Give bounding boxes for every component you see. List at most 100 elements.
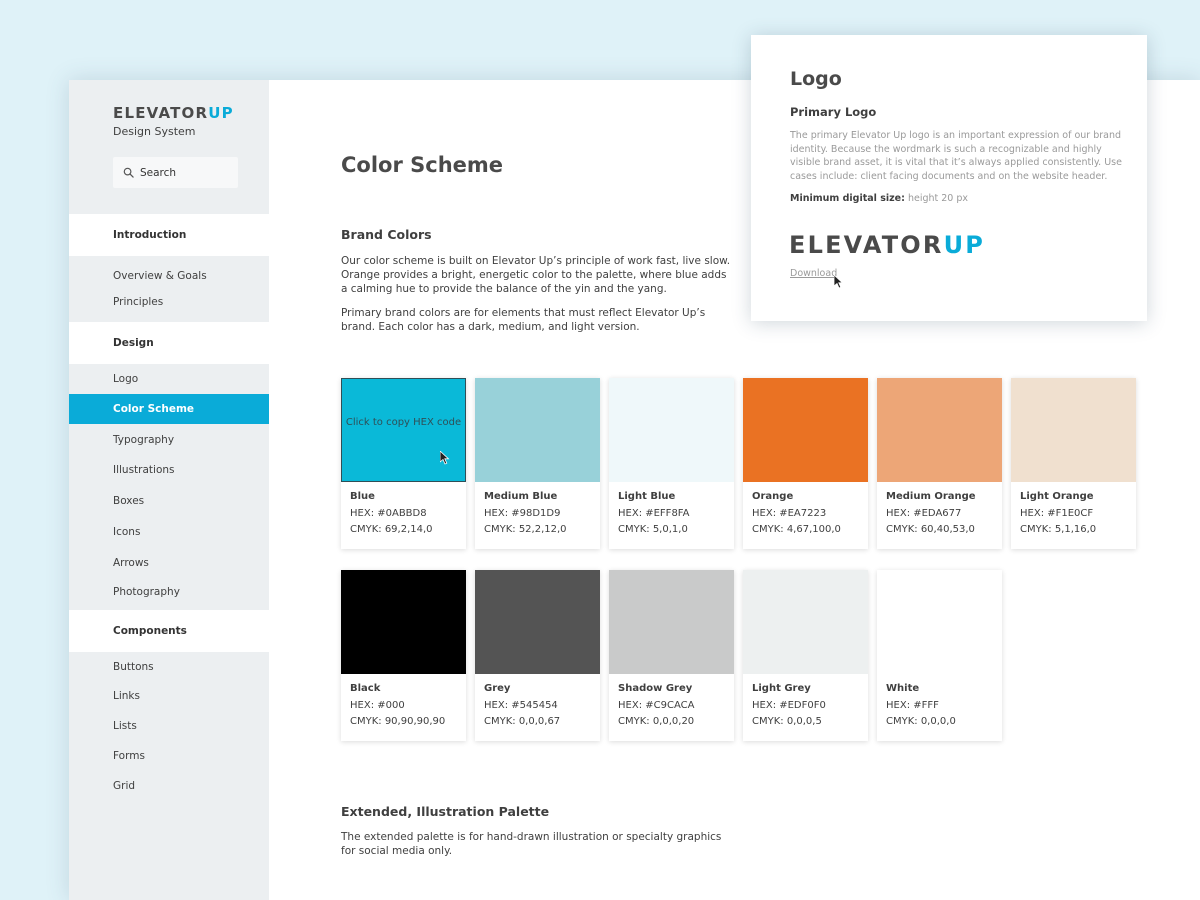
color-swatch[interactable] <box>1011 378 1136 482</box>
color-cmyk: CMYK: 0,0,0,0 <box>886 716 956 727</box>
color-name: Blue <box>350 491 375 502</box>
sidebar-item-lists[interactable]: Lists <box>69 711 269 741</box>
color-cmyk: CMYK: 52,2,12,0 <box>484 524 567 535</box>
brand-colors-heading: Brand Colors <box>341 227 432 242</box>
color-card-orange[interactable]: Orange HEX: #EA7223 CMYK: 4,67,100,0 <box>743 378 868 549</box>
color-name: Orange <box>752 491 794 502</box>
color-name: Light Grey <box>752 683 811 694</box>
color-name: Medium Blue <box>484 491 558 502</box>
logo-subtitle: Design System <box>113 125 196 138</box>
sidebar-item-grid[interactable]: Grid <box>69 771 269 801</box>
color-hex: HEX: #F1E0CF <box>1020 508 1094 519</box>
sidebar-item-typography[interactable]: Typography <box>69 425 269 455</box>
brand-colors-note: Primary brand colors are for elements th… <box>341 307 706 333</box>
color-swatch[interactable] <box>877 378 1002 482</box>
logo-wordmark: ELEVATOR <box>113 104 209 122</box>
sidebar-section-design[interactable]: Design <box>69 322 269 364</box>
color-name: Shadow Grey <box>618 683 693 694</box>
primary-logo-image: ELEVATORUP <box>789 231 985 259</box>
brand-logo[interactable]: ELEVATORUP <box>113 104 234 122</box>
color-card-shadow-grey[interactable]: Shadow Grey HEX: #C9CACA CMYK: 0,0,0,20 <box>609 570 734 741</box>
color-cmyk: CMYK: 69,2,14,0 <box>350 524 433 535</box>
color-swatch[interactable] <box>341 378 466 482</box>
color-hex: HEX: #EFF8FA <box>618 508 690 519</box>
sidebar: ELEVATORUP Design System Introduction Ov… <box>69 80 269 900</box>
sidebar-item-buttons[interactable]: Buttons <box>69 652 269 682</box>
logo-preview-card: Logo Primary Logo The primary Elevator U… <box>751 35 1147 321</box>
color-hex: HEX: #000 <box>350 700 405 711</box>
color-card-light-orange[interactable]: Light Orange HEX: #F1E0CF CMYK: 5,1,16,0 <box>1011 378 1136 549</box>
color-card-medium-blue[interactable]: Medium Blue HEX: #98D1D9 CMYK: 52,2,12,0 <box>475 378 600 549</box>
color-card-blue[interactable]: Click to copy HEX code Blue HEX: #0ABBD8… <box>341 378 466 549</box>
color-card-medium-orange[interactable]: Medium Orange HEX: #EDA677 CMYK: 60,40,5… <box>877 378 1002 549</box>
sidebar-item-photography[interactable]: Photography <box>69 577 269 607</box>
color-swatch[interactable] <box>743 378 868 482</box>
min-size-value: height 20 px <box>907 193 969 204</box>
color-swatch[interactable] <box>743 570 868 674</box>
search-icon <box>123 167 134 178</box>
color-name: Light Orange <box>1020 491 1094 502</box>
sidebar-item-forms[interactable]: Forms <box>69 741 269 771</box>
cursor-icon <box>440 451 450 465</box>
color-cmyk: CMYK: 4,67,100,0 <box>752 524 841 535</box>
logo-wordmark: ELEVATOR <box>789 231 944 259</box>
sidebar-item-principles[interactable]: Principles <box>69 287 269 317</box>
logo-accent: UP <box>943 231 986 259</box>
color-name: Grey <box>484 683 511 694</box>
color-hex: HEX: #FFF <box>886 700 939 711</box>
brand-colors-intro: Our color scheme is built on Elevator Up… <box>341 255 731 295</box>
color-name: Medium Orange <box>886 491 976 502</box>
logo-card-description: The primary Elevator Up logo is an impor… <box>790 130 1122 182</box>
extended-palette-heading: Extended, Illustration Palette <box>341 804 550 819</box>
color-card-black[interactable]: Black HEX: #000 CMYK: 90,90,90,90 <box>341 570 466 741</box>
download-link[interactable]: Download <box>790 268 837 279</box>
color-swatch[interactable] <box>609 378 734 482</box>
sidebar-item-icons[interactable]: Icons <box>69 517 269 547</box>
min-size-label: Minimum digital size: <box>790 193 905 204</box>
color-hex: HEX: #98D1D9 <box>484 508 561 519</box>
sidebar-section-components[interactable]: Components <box>69 610 269 652</box>
color-cmyk: CMYK: 90,90,90,90 <box>350 716 446 727</box>
sidebar-item-illustrations[interactable]: Illustrations <box>69 455 269 485</box>
color-card-grey[interactable]: Grey HEX: #545454 CMYK: 0,0,0,67 <box>475 570 600 741</box>
logo-card-subtitle: Primary Logo <box>790 105 877 119</box>
color-swatch[interactable] <box>475 378 600 482</box>
color-swatch[interactable] <box>609 570 734 674</box>
color-name: Light Blue <box>618 491 676 502</box>
color-cmyk: CMYK: 5,1,16,0 <box>1020 524 1097 535</box>
sidebar-item-color-scheme[interactable]: Color Scheme <box>69 394 269 424</box>
color-swatch[interactable] <box>475 570 600 674</box>
color-cmyk: CMYK: 5,0,1,0 <box>618 524 688 535</box>
color-hex: HEX: #0ABBD8 <box>350 508 427 519</box>
page-title: Color Scheme <box>341 153 504 177</box>
color-card-light-blue[interactable]: Light Blue HEX: #EFF8FA CMYK: 5,0,1,0 <box>609 378 734 549</box>
logo-card-title: Logo <box>790 68 842 90</box>
sidebar-item-boxes[interactable]: Boxes <box>69 486 269 516</box>
color-cmyk: CMYK: 0,0,0,20 <box>618 716 695 727</box>
color-hex: HEX: #EDA677 <box>886 508 962 519</box>
sidebar-item-links[interactable]: Links <box>69 681 269 711</box>
sidebar-section-introduction[interactable]: Introduction <box>69 214 269 256</box>
color-hex: HEX: #545454 <box>484 700 558 711</box>
search-box[interactable] <box>113 157 238 188</box>
color-name: White <box>886 683 920 694</box>
search-input[interactable] <box>140 166 230 179</box>
color-name: Black <box>350 683 381 694</box>
sidebar-item-logo[interactable]: Logo <box>69 364 269 394</box>
copy-hint: Click to copy HEX code <box>345 417 462 428</box>
color-card-light-grey[interactable]: Light Grey HEX: #EDF0F0 CMYK: 0,0,0,5 <box>743 570 868 741</box>
color-hex: HEX: #C9CACA <box>618 700 695 711</box>
color-swatch[interactable] <box>341 570 466 674</box>
color-cmyk: CMYK: 60,40,53,0 <box>886 524 975 535</box>
color-cmyk: CMYK: 0,0,0,5 <box>752 716 822 727</box>
cursor-icon <box>834 275 844 289</box>
logo-accent: UP <box>208 104 234 122</box>
extended-palette-desc: The extended palette is for hand-drawn i… <box>341 831 722 857</box>
logo-min-size: Minimum digital size: height 20 px <box>790 193 968 204</box>
sidebar-item-arrows[interactable]: Arrows <box>69 548 269 578</box>
color-hex: HEX: #EA7223 <box>752 508 827 519</box>
color-swatch[interactable] <box>877 570 1002 674</box>
color-hex: HEX: #EDF0F0 <box>752 700 826 711</box>
color-cmyk: CMYK: 0,0,0,67 <box>484 716 561 727</box>
color-card-white[interactable]: White HEX: #FFF CMYK: 0,0,0,0 <box>877 570 1002 741</box>
